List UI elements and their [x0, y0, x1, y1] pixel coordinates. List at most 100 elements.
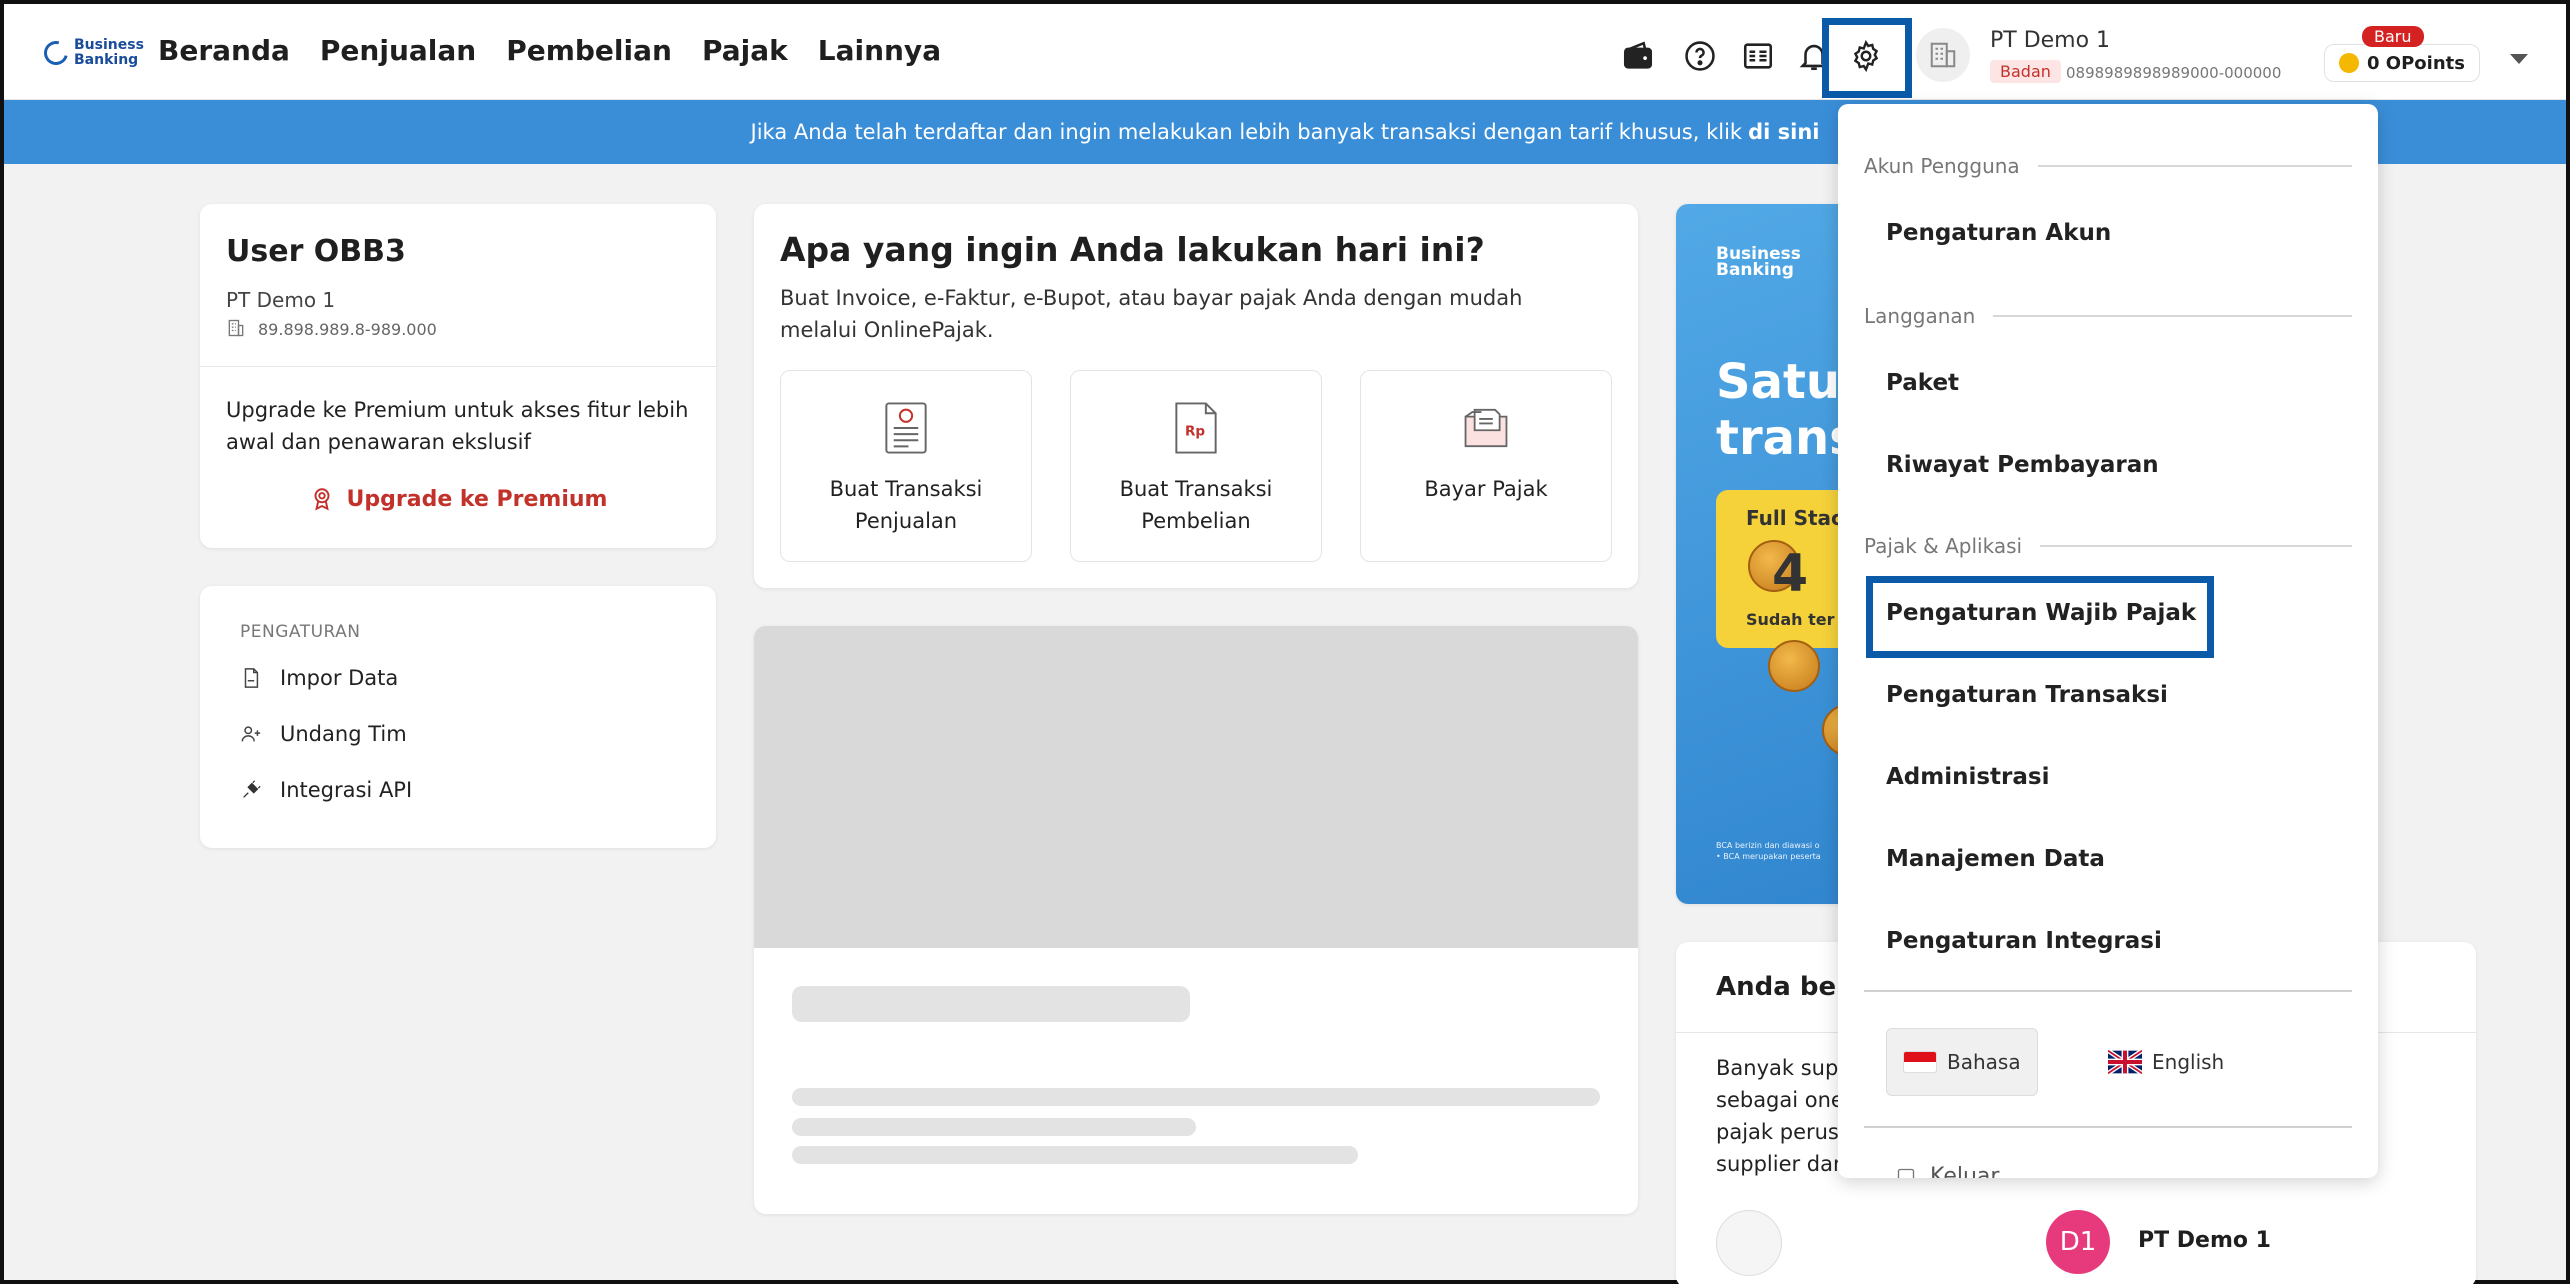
upgrade-description: Upgrade ke Premium untuk akses fitur leb… — [226, 398, 689, 454]
rupiah-coin-icon — [1768, 640, 1820, 692]
promo-headline-line2: trans — [1716, 410, 1858, 466]
wallet-icon[interactable] — [1616, 34, 1660, 78]
section-line — [2040, 545, 2352, 547]
logo-mark-icon — [39, 36, 73, 70]
company-phone: 0898989898989000-000000 — [2066, 64, 2282, 82]
business-banking-logo[interactable]: Business Banking — [39, 36, 144, 70]
user-npwp: 89.898.989.8-989.000 — [258, 320, 437, 339]
settings-item-invite-team[interactable]: Undang Tim — [240, 722, 407, 746]
settings-item-label: Undang Tim — [280, 722, 407, 746]
tile-label-line1: Buat Transaksi — [1119, 477, 1273, 501]
nav-beranda[interactable]: Beranda — [158, 34, 290, 67]
promo-fine-print: BCA berizin dan diawasi o • BCA merupaka… — [1716, 840, 1821, 862]
indonesia-flag-icon — [1903, 1051, 1937, 1073]
user-name: User OBB3 — [226, 234, 406, 269]
chevron-down-icon[interactable] — [2510, 54, 2528, 64]
section-label: Pajak & Aplikasi — [1864, 534, 2023, 558]
section-subscription: Langganan — [1864, 304, 2352, 328]
points-label: 0 OPoints — [2367, 52, 2465, 74]
language-label: English — [2152, 1050, 2225, 1074]
tax-folder-icon — [1464, 408, 1508, 448]
invite-user-icon — [241, 726, 261, 742]
section-line — [1993, 315, 2352, 317]
award-icon — [314, 488, 329, 511]
settings-highlight-box — [1822, 18, 1912, 98]
promo-headline-line1: Satu — [1716, 354, 1841, 410]
uk-flag-icon — [2108, 1050, 2142, 1074]
skeleton-line-bar — [792, 1088, 1600, 1106]
top-navbar: Business Banking Beranda Penjualan Pembe… — [4, 4, 2566, 100]
points-button[interactable]: 0 OPoints — [2324, 44, 2480, 82]
section-label: Langganan — [1864, 304, 1976, 328]
settings-item-api-integration[interactable]: Integrasi API — [240, 778, 412, 802]
menu-package[interactable]: Paket — [1886, 370, 1959, 396]
divider — [1864, 990, 2352, 992]
invoice-id-icon[interactable] — [1736, 34, 1780, 78]
promo-fine-line2: • BCA merupakan peserta — [1716, 852, 1821, 861]
sales-invoice-icon — [885, 402, 927, 454]
menu-integration-settings[interactable]: Pengaturan Integrasi — [1886, 928, 2162, 954]
nav-lainnya[interactable]: Lainnya — [818, 34, 941, 67]
tile-label-line2: Penjualan — [854, 509, 958, 533]
create-purchase-transaction-tile[interactable]: Rp Buat Transaksi Pembelian — [1070, 370, 1322, 562]
avatar — [1716, 1210, 1782, 1276]
tile-label-line1: Buat Transaksi — [829, 477, 983, 501]
section-tax-apps: Pajak & Aplikasi — [1864, 534, 2352, 558]
nav-pembelian[interactable]: Pembelian — [506, 34, 672, 67]
quick-actions-title: Apa yang ingin Anda lakukan hari ini? — [780, 230, 1485, 269]
upgrade-premium-label: Upgrade ke Premium — [346, 486, 608, 512]
quick-actions-subtitle: Buat Invoice, e-Faktur, e-Bupot, atau ba… — [780, 286, 1523, 342]
promo-fine-line1: BCA berizin dan diawasi o — [1716, 841, 1820, 850]
settings-heading: PENGATURAN — [240, 622, 361, 642]
main-nav: Beranda Penjualan Pembelian Pajak Lainny… — [158, 34, 941, 67]
tile-label-line1: Bayar Pajak — [1424, 477, 1548, 501]
coin-icon — [2339, 53, 2359, 73]
settings-item-import-data[interactable]: Impor Data — [240, 666, 398, 690]
logout-icon — [1897, 1168, 1915, 1178]
purchase-invoice-icon: Rp — [1175, 402, 1217, 454]
loading-skeleton-card — [754, 626, 1638, 1214]
pay-tax-tile[interactable]: Bayar Pajak — [1360, 370, 1612, 562]
divider — [1864, 1126, 2352, 1128]
nav-penjualan[interactable]: Penjualan — [320, 34, 476, 67]
menu-data-management[interactable]: Manajemen Data — [1886, 846, 2105, 872]
building-icon — [1930, 42, 1956, 68]
tile-label-line2: Pembelian — [1141, 509, 1251, 533]
nav-pajak[interactable]: Pajak — [702, 34, 788, 67]
menu-logout[interactable]: Keluar — [1896, 1164, 1999, 1178]
section-label: Akun Pengguna — [1864, 154, 2020, 178]
menu-account-settings[interactable]: Pengaturan Akun — [1886, 220, 2111, 246]
create-sales-transaction-tile[interactable]: Buat Transaksi Penjualan — [780, 370, 1032, 562]
divider — [200, 366, 716, 367]
settings-item-label: Impor Data — [280, 666, 399, 690]
company-name[interactable]: PT Demo 1 — [1990, 28, 2110, 53]
menu-payment-history[interactable]: Riwayat Pembayaran — [1886, 452, 2159, 478]
banner-text: Jika Anda telah terdaftar dan ingin mela… — [750, 120, 1743, 144]
company-avatar[interactable] — [1916, 28, 1970, 82]
quick-actions-card: Apa yang ingin Anda lakukan hari ini? Bu… — [754, 204, 1638, 588]
menu-administration[interactable]: Administrasi — [1886, 764, 2050, 790]
banner-link[interactable]: di sini — [1748, 120, 1819, 144]
settings-dropdown-menu: Akun Pengguna Pengaturan Akun Langganan … — [1838, 104, 2378, 1178]
company-initials-avatar[interactable]: D1 — [2046, 1210, 2110, 1274]
svg-text:Rp: Rp — [1185, 423, 1205, 439]
skeleton-image — [754, 626, 1638, 948]
menu-transaction-settings[interactable]: Pengaturan Transaksi — [1886, 682, 2168, 708]
help-icon[interactable] — [1678, 34, 1722, 78]
menu-taxpayer-settings[interactable]: Pengaturan Wajib Pajak — [1886, 600, 2196, 626]
entity-type-badge: Badan — [1990, 60, 2061, 83]
skeleton-line-bar — [792, 1146, 1358, 1164]
upgrade-premium-link[interactable]: Upgrade ke Premium — [200, 486, 716, 512]
user-company: PT Demo 1 — [226, 288, 336, 312]
promo-headline: Satu trans — [1716, 354, 1858, 466]
promo-offer-title: Full Stac — [1746, 506, 1843, 530]
section-line — [2037, 165, 2352, 167]
skeleton-line-bar — [792, 1118, 1196, 1136]
company-list-name[interactable]: PT Demo 1 — [2138, 1228, 2271, 1253]
language-english-button[interactable]: English — [2092, 1028, 2240, 1096]
new-badge: Baru — [2362, 26, 2424, 47]
building-small-icon — [228, 319, 244, 337]
logout-label: Keluar — [1930, 1164, 2000, 1178]
language-bahasa-button[interactable]: Bahasa — [1886, 1028, 2038, 1096]
logo-text-line1: Business — [74, 37, 144, 53]
